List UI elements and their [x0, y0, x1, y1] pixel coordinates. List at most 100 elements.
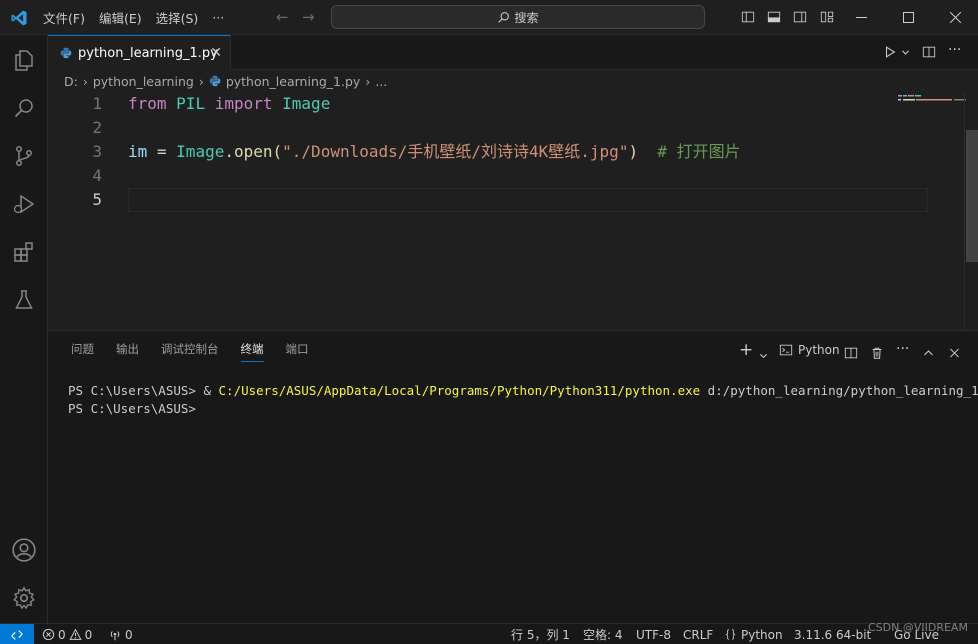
terminal-profile-button[interactable]: Python [779, 340, 840, 360]
menu-edit[interactable]: 编辑(E) [92, 8, 149, 27]
flask-icon [15, 290, 33, 309]
status-bar: 0 0 0 行 5，列 1 空格: 4 UTF-8 CRLF Python 3.… [0, 623, 978, 644]
python-interpreter[interactable]: 3.11.6 64-bit [794, 624, 871, 644]
maximize-button[interactable] [885, 0, 931, 35]
title-bar: 文件(F) 编辑(E) 选择(S) ··· ← → 搜索 [0, 0, 978, 35]
close-tab-icon[interactable]: ✕ [210, 45, 222, 61]
code-line: 1 from PIL import Image [48, 92, 928, 116]
terminal-output[interactable]: PS C:\Users\ASUS> & C:/Users/ASUS/AppDat… [68, 382, 978, 418]
activity-bar [0, 35, 48, 623]
more-actions-icon[interactable]: ··· [896, 339, 909, 359]
more-actions-icon[interactable]: ··· [948, 42, 961, 58]
assign-operator: = [147, 142, 177, 161]
close-panel-icon[interactable] [948, 343, 961, 363]
chevron-down-icon[interactable] [759, 346, 768, 366]
tab-ports[interactable]: 端口 [275, 331, 320, 368]
terminal-prompt: PS C:\Users\ASUS> [68, 401, 196, 416]
split-terminal-icon[interactable] [844, 343, 858, 363]
code-editor[interactable]: 1 from PIL import Image 2 3 im = Image.o… [48, 92, 978, 330]
dot-operator: . [224, 142, 234, 161]
menu-selection[interactable]: 选择(S) [149, 8, 206, 27]
breadcrumb-file[interactable]: python_learning_1.py [226, 74, 360, 89]
run-python-file-icon[interactable] [883, 45, 897, 59]
remote-indicator-button[interactable] [0, 624, 34, 644]
explorer-button[interactable] [0, 36, 48, 84]
extensions-icon [14, 242, 33, 262]
command-center-search[interactable]: 搜索 [331, 5, 705, 29]
menu-more[interactable]: ··· [205, 10, 231, 25]
breadcrumb-more[interactable]: ... [375, 74, 387, 89]
keyword-from: from [128, 94, 167, 113]
variable-name: im [128, 142, 148, 161]
customize-layout-icon[interactable] [820, 10, 834, 24]
tab-debug-console[interactable]: 调试控制台 [150, 331, 230, 368]
indentation-status[interactable]: 空格: 4 [583, 624, 623, 644]
paren-open: ( [272, 142, 283, 161]
chevron-right-icon: › [198, 73, 204, 89]
scrollbar-thumb[interactable] [966, 130, 978, 262]
files-icon [15, 50, 33, 71]
forward-arrow-icon[interactable]: → [302, 9, 318, 25]
split-editor-icon[interactable] [922, 45, 936, 59]
breadcrumb-drive[interactable]: D: [64, 74, 78, 89]
toggle-panel-icon[interactable] [767, 10, 781, 24]
encoding-status[interactable]: UTF-8 [636, 624, 671, 644]
ports-status[interactable]: 0 [108, 624, 133, 644]
code-line: 5 [48, 188, 928, 212]
line-number: 4 [92, 166, 102, 185]
breadcrumb: D: › python_learning › python_learning_1… [48, 70, 978, 92]
tab-terminal[interactable]: 终端 [230, 331, 275, 368]
extensions-button[interactable] [0, 228, 48, 276]
eol-status[interactable]: CRLF [683, 624, 713, 644]
toggle-secondary-sidebar-icon[interactable] [793, 10, 807, 24]
accounts-button[interactable] [0, 526, 48, 574]
maximize-panel-icon[interactable] [922, 343, 935, 363]
warning-count: 0 [84, 627, 93, 642]
watermark: CSDN @VIIDREAM [868, 621, 968, 634]
source-control-button[interactable] [0, 132, 48, 180]
python-file-icon [209, 75, 221, 87]
editor-scrollbar[interactable] [964, 92, 978, 330]
breadcrumb-folder[interactable]: python_learning [93, 74, 194, 89]
tab-label: python_learning_1.py [78, 45, 218, 61]
testing-button[interactable] [0, 276, 48, 324]
keyword-import: import [214, 94, 273, 113]
vscode-logo-icon [11, 10, 27, 26]
code-comment: # 打开图片 [657, 142, 741, 161]
menu-file[interactable]: 文件(F) [36, 8, 92, 27]
problems-status[interactable]: 0 0 [42, 624, 92, 644]
account-icon [12, 538, 36, 562]
search-label: 搜索 [514, 10, 539, 25]
line-number-active: 5 [92, 190, 102, 209]
code-line: 2 [48, 116, 928, 140]
language-label: Python [741, 627, 783, 642]
editor-tab-bar: python_learning_1.py ✕ ··· [48, 35, 978, 70]
search-icon [14, 99, 33, 118]
chevron-down-icon[interactable] [901, 48, 910, 57]
close-window-button[interactable] [932, 0, 978, 35]
toggle-primary-sidebar-icon[interactable] [741, 10, 755, 24]
terminal-profile-label: Python [798, 343, 840, 357]
terminal-argument: d:/python_learning/python_learning_1.py [700, 383, 978, 398]
new-terminal-icon[interactable]: + [739, 340, 753, 360]
manage-button[interactable] [0, 574, 48, 622]
tab-python-learning-1[interactable]: python_learning_1.py ✕ [48, 35, 231, 70]
language-mode[interactable]: Python [724, 624, 783, 644]
maximize-icon [902, 12, 914, 23]
back-arrow-icon[interactable]: ← [276, 9, 292, 25]
minimize-icon [855, 17, 867, 18]
source-control-icon [15, 145, 33, 167]
run-debug-button[interactable] [0, 180, 48, 228]
trash-icon[interactable] [870, 343, 884, 363]
braces-icon [725, 629, 736, 640]
error-icon [42, 628, 55, 641]
panel-tabs: 问题 输出 调试控制台 终端 端口 [60, 331, 320, 368]
module-name: PIL [176, 94, 206, 113]
search-view-button[interactable] [0, 84, 48, 132]
gear-icon [13, 586, 35, 610]
tab-problems[interactable]: 问题 [60, 331, 105, 368]
cursor-position[interactable]: 行 5，列 1 [511, 624, 570, 644]
broadcast-icon [110, 630, 120, 640]
minimize-button[interactable] [838, 0, 884, 35]
tab-output[interactable]: 输出 [105, 331, 150, 368]
